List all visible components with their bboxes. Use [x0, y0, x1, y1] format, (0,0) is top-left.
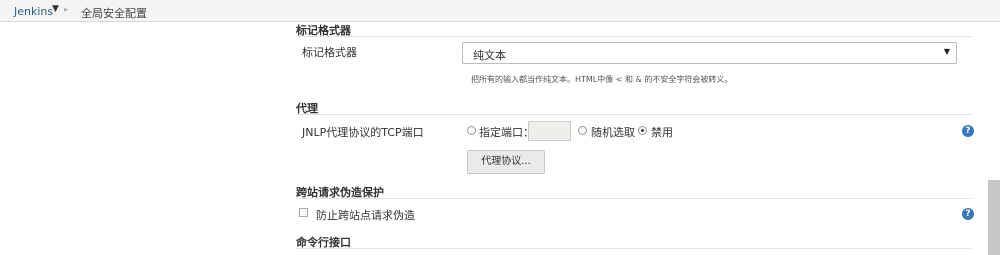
help-icon[interactable]: ?	[962, 125, 974, 137]
fixed-port-input[interactable]	[528, 121, 571, 141]
agent-protocols-button[interactable]: 代理协议...	[467, 150, 545, 174]
help-icon[interactable]: ?	[962, 208, 974, 220]
radio-disable[interactable]	[638, 126, 647, 135]
prevent-csrf-checkbox[interactable]	[299, 208, 308, 217]
radio-random-port[interactable]	[578, 126, 587, 135]
section-divider	[296, 248, 972, 249]
section-divider	[296, 198, 972, 199]
breadcrumb-jenkins-link[interactable]: Jenkins	[14, 5, 53, 18]
section-divider	[296, 114, 972, 115]
breadcrumb: Jenkins ▼ ▸ 全局安全配置	[0, 0, 1000, 22]
markup-formatter-select[interactable]: 纯文本 ▼	[462, 42, 957, 64]
radio-fixed-port-label[interactable]: 指定端口：	[479, 124, 534, 140]
markup-formatter-help-text: 把所有的输入都当作纯文本。HTML中像 < 和 & 的不安全字符会被转义。	[471, 75, 733, 84]
chevron-down-icon[interactable]: ▼	[52, 4, 59, 14]
breadcrumb-current-page[interactable]: 全局安全配置	[81, 5, 147, 21]
section-divider	[296, 36, 972, 37]
prevent-csrf-label[interactable]: 防止跨站点请求伪造	[316, 207, 415, 223]
dropdown-arrow-icon: ▼	[943, 47, 950, 56]
radio-random-port-label[interactable]: 随机选取	[591, 124, 635, 140]
scrollbar-thumb[interactable]	[988, 180, 1000, 255]
markup-formatter-selected-value: 纯文本	[473, 49, 506, 62]
radio-disable-label[interactable]: 禁用	[651, 124, 673, 140]
breadcrumb-separator-icon: ▸	[64, 5, 69, 14]
markup-formatter-label: 标记格式器	[302, 46, 357, 59]
jnlp-tcp-port-label: JNLP代理协议的TCP端口	[302, 126, 424, 139]
radio-fixed-port[interactable]	[467, 126, 476, 135]
